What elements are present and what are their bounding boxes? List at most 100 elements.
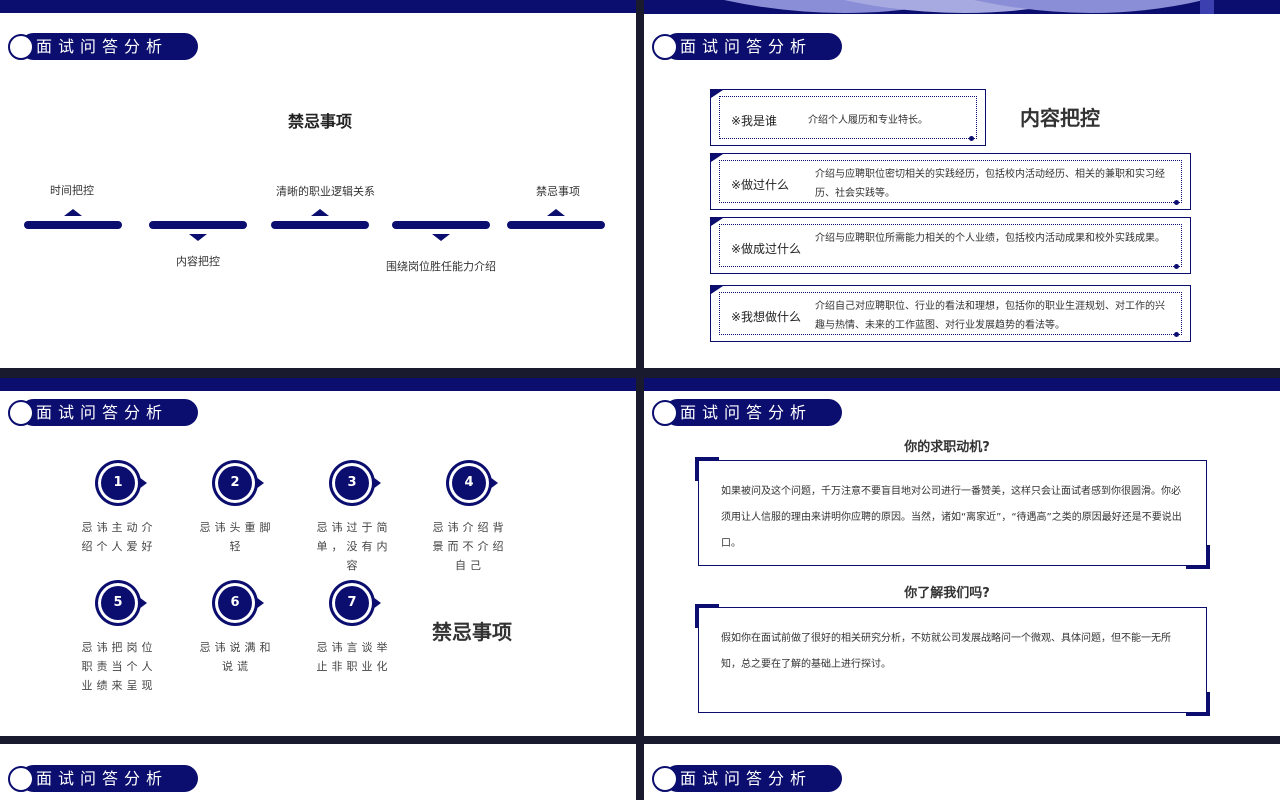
answer-box: 假如你在面试前做了很好的相关研究分析，不妨就公司发展战略问一个微观、具体问题，但…: [695, 604, 1210, 716]
card-description: 介绍个人履历和专业特长。: [808, 115, 928, 126]
arrow-right-icon: [373, 597, 381, 609]
timeline-up-arrow-icon: [64, 209, 82, 216]
slide-title: 禁忌事项: [287, 112, 352, 131]
timeline-label-4: 围绕岗位胜任能力介绍: [386, 260, 496, 273]
content-card-4: ※我想做什么 介绍自己对应聘职位、行业的看法和理想，包括你的职业生涯规划、对工作…: [710, 285, 1191, 342]
card-question: ※我是谁: [731, 114, 778, 128]
step-number: 1: [101, 466, 135, 500]
badge-ring-icon: [8, 400, 34, 426]
timeline-up-arrow-icon: [311, 209, 329, 216]
timeline-label-1: 时间把控: [50, 184, 94, 197]
card-question: ※我想做什么: [731, 310, 802, 324]
step-number: 3: [335, 466, 369, 500]
step-circle-4: 4: [446, 460, 498, 506]
arrow-right-icon: [373, 477, 381, 489]
top-bar: [644, 378, 1280, 391]
card-description: 介绍自己对应聘职位、行业的看法和理想，包括你的职业生涯规划、对工作的兴趣与热情、…: [815, 301, 1165, 331]
badge-label: 面试问答分析: [664, 765, 842, 792]
badge-ring-icon: [652, 400, 678, 426]
answer-text: 假如你在面试前做了很好的相关研究分析，不妨就公司发展战略问一个微观、具体问题，但…: [721, 633, 1171, 670]
card-question: ※做成过什么: [731, 242, 802, 256]
badge-label: 面试问答分析: [20, 399, 198, 426]
badge-label: 面试问答分析: [20, 765, 198, 792]
card-dot-icon: [1174, 200, 1179, 205]
slide-title: 禁忌事项: [432, 620, 512, 644]
card-corner-icon: [711, 218, 723, 226]
section-badge: 面试问答分析: [652, 765, 842, 792]
step-text: 忌讳头重脚轻: [199, 521, 275, 553]
content-card-3: ※做成过什么 介绍与应聘职位所需能力相关的个人业绩，包括校内活动成果和校外实践成…: [710, 217, 1191, 274]
step-text: 忌讳把岗位职责当个人业绩来呈现: [81, 641, 157, 692]
arrow-right-icon: [256, 477, 264, 489]
section-badge: 面试问答分析: [8, 399, 198, 426]
corner-bracket-icon: [695, 457, 719, 481]
step-text: 忌讳介绍背景而不介绍自己: [432, 521, 508, 572]
badge-ring-icon: [8, 766, 34, 792]
section-badge: 面试问答分析: [8, 33, 198, 60]
timeline-label-5: 禁忌事项: [536, 185, 580, 198]
card-dot-icon: [969, 136, 974, 141]
timeline-segment: [149, 221, 247, 229]
step-number: 7: [335, 586, 369, 620]
timeline-down-arrow-icon: [189, 234, 207, 241]
badge-ring-icon: [8, 34, 34, 60]
card-description: 介绍与应聘职位密切相关的实践经历，包括校内活动经历、相关的兼职和实习经历、社会实…: [815, 169, 1165, 199]
step-number: 4: [452, 466, 486, 500]
step-circle-1: 1: [95, 460, 147, 506]
arrow-right-icon: [139, 597, 147, 609]
corner-bracket-icon: [695, 604, 719, 628]
step-text: 忌讳说满和说谎: [199, 641, 275, 673]
step-circle-2: 2: [212, 460, 264, 506]
question-title: 你了解我们吗?: [904, 586, 990, 601]
card-question: ※做过什么: [731, 178, 790, 192]
step-circle-3: 3: [329, 460, 381, 506]
slide-partial-left: 面试问答分析: [0, 744, 636, 800]
arrow-right-icon: [256, 597, 264, 609]
card-description: 介绍与应聘职位所需能力相关的个人业绩，包括校内活动成果和校外实践成果。: [815, 233, 1165, 244]
step-circle-6: 6: [212, 580, 264, 626]
slide-timeline: 面试问答分析 禁忌事项 时间把控 清晰的职业逻辑关系 禁忌事项 内容把控 围绕岗…: [0, 0, 636, 368]
question-title: 你的求职动机?: [904, 440, 990, 455]
step-circle-5: 5: [95, 580, 147, 626]
timeline-label-3: 清晰的职业逻辑关系: [276, 185, 375, 198]
answer-box: 如果被问及这个问题，千万注意不要盲目地对公司进行一番赞美，这样只会让面试者感到你…: [695, 457, 1210, 569]
corner-bracket-icon: [1186, 692, 1210, 716]
corner-bracket-icon: [1186, 545, 1210, 569]
section-badge: 面试问答分析: [652, 399, 842, 426]
card-corner-icon: [711, 286, 723, 294]
answer-text: 如果被问及这个问题，千万注意不要盲目地对公司进行一番赞美，这样只会让面试者感到你…: [721, 486, 1182, 549]
slide-taboos: 面试问答分析 禁忌事项 1 忌讳主动介绍个人爱好 2 忌讳头重脚轻 3 忌讳过于…: [0, 378, 636, 736]
content-card-1: ※我是谁 介绍个人履历和专业特长。: [710, 89, 986, 146]
arrow-right-icon: [139, 477, 147, 489]
slide-title: 内容把控: [1020, 106, 1100, 130]
badge-label: 面试问答分析: [664, 399, 842, 426]
card-corner-icon: [711, 154, 723, 162]
timeline-segment: [392, 221, 490, 229]
card-dot-icon: [1174, 332, 1179, 337]
top-bar: [0, 378, 636, 391]
badge-label: 面试问答分析: [20, 33, 198, 60]
decorative-header-graphic: [644, 0, 1280, 14]
timeline-segment: [507, 221, 605, 229]
card-corner-icon: [711, 90, 723, 98]
content-card-2: ※做过什么 介绍与应聘职位密切相关的实践经历，包括校内活动经历、相关的兼职和实习…: [710, 153, 1191, 210]
step-number: 2: [218, 466, 252, 500]
arrow-right-icon: [490, 477, 498, 489]
section-badge: 面试问答分析: [652, 33, 842, 60]
step-number: 6: [218, 586, 252, 620]
timeline-up-arrow-icon: [547, 209, 565, 216]
step-text: 忌讳言谈举止非职业化: [316, 641, 392, 673]
step-circle-7: 7: [329, 580, 381, 626]
badge-ring-icon: [652, 766, 678, 792]
step-text: 忌讳过于简单，没有内容: [316, 521, 392, 572]
step-text: 忌讳主动介绍个人爱好: [81, 521, 157, 553]
step-number: 5: [101, 586, 135, 620]
badge-ring-icon: [652, 34, 678, 60]
timeline-label-2: 内容把控: [176, 255, 220, 268]
slide-partial-right: 面试问答分析: [644, 744, 1280, 800]
top-bar: [0, 0, 636, 13]
section-badge: 面试问答分析: [8, 765, 198, 792]
slide-content-control: 面试问答分析 内容把控 ※我是谁 介绍个人履历和专业特长。 ※做过什么 介绍与应…: [644, 0, 1280, 368]
card-dot-icon: [1174, 264, 1179, 269]
timeline-down-arrow-icon: [432, 234, 450, 241]
